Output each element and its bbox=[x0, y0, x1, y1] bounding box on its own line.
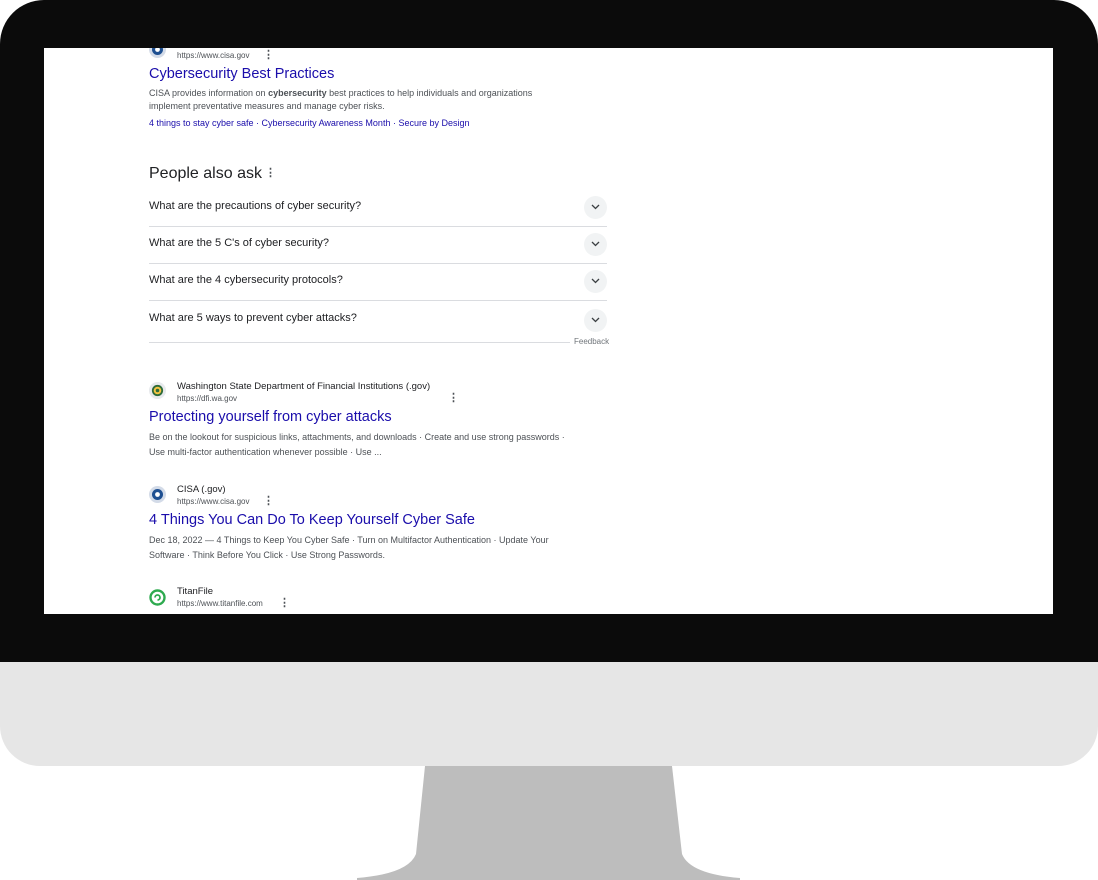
result-title[interactable]: 4 Things You Can Do To Keep Yourself Cyb… bbox=[149, 512, 475, 528]
chevron-down-icon[interactable] bbox=[584, 309, 607, 332]
result-site-name[interactable]: Washington State Department of Financial… bbox=[177, 381, 430, 392]
result-snippet: Be on the lookout for suspicious links, … bbox=[149, 432, 565, 442]
more-vert-icon[interactable]: ⋮ bbox=[265, 168, 276, 179]
result-snippet-line2: Software · Think Before You Click · Use … bbox=[149, 550, 385, 560]
result-snippet: Dec 18, 2022 — 4 Things to Keep You Cybe… bbox=[149, 535, 549, 545]
snippet-text: CISA provides information on bbox=[149, 88, 269, 98]
feedback-link[interactable]: Feedback bbox=[570, 337, 610, 346]
paa-question[interactable]: What are the precautions of cyber securi… bbox=[149, 189, 607, 227]
result-sitelinks[interactable]: 4 things to stay cyber safe · Cybersecur… bbox=[149, 118, 469, 128]
result-title[interactable]: Cybersecurity Best Practices bbox=[149, 66, 334, 82]
more-vert-icon[interactable]: ⋮ bbox=[279, 598, 290, 609]
result-url[interactable]: https://dfi.wa.gov bbox=[177, 394, 237, 403]
paa-question[interactable]: What are the 4 cybersecurity protocols? bbox=[149, 263, 607, 301]
paa-question-text: What are the 4 cybersecurity protocols? bbox=[149, 274, 343, 286]
paa-question[interactable]: What are 5 ways to prevent cyber attacks… bbox=[149, 300, 607, 343]
browser-viewport: https://www.cisa.gov ⋮ Cybersecurity Bes… bbox=[44, 48, 1053, 614]
dfi-favicon-icon bbox=[149, 382, 166, 399]
chevron-down-icon[interactable] bbox=[584, 196, 607, 219]
result-snippet-line2: implement preventative measures and mana… bbox=[149, 101, 385, 111]
paa-question-text: What are 5 ways to prevent cyber attacks… bbox=[149, 312, 357, 324]
more-vert-icon[interactable]: ⋮ bbox=[263, 496, 274, 507]
monitor-chin bbox=[0, 662, 1098, 766]
paa-question-text: What are the 5 C's of cyber security? bbox=[149, 237, 330, 249]
result-site-name[interactable]: TitanFile bbox=[177, 586, 213, 597]
result-url[interactable]: https://www.cisa.gov bbox=[177, 497, 249, 506]
paa-question-text: What are the precautions of cyber securi… bbox=[149, 200, 362, 212]
titanfile-favicon-icon bbox=[149, 589, 166, 606]
chevron-down-icon[interactable] bbox=[584, 270, 607, 293]
result-title[interactable]: Protecting yourself from cyber attacks bbox=[149, 409, 392, 425]
chevron-down-icon[interactable] bbox=[584, 233, 607, 256]
more-vert-icon[interactable]: ⋮ bbox=[448, 393, 459, 404]
snippet-bold: cybersecurity bbox=[268, 88, 327, 98]
snippet-text: best practices to help individuals and o… bbox=[326, 88, 533, 98]
more-vert-icon[interactable]: ⋮ bbox=[263, 50, 274, 61]
result-url[interactable]: https://www.cisa.gov bbox=[177, 51, 249, 60]
cisa-favicon-icon bbox=[149, 486, 166, 503]
result-snippet-line2: Use multi-factor authentication whenever… bbox=[149, 447, 382, 457]
result-site-name[interactable]: CISA (.gov) bbox=[177, 484, 226, 495]
result-url[interactable]: https://www.titanfile.com bbox=[177, 599, 263, 608]
paa-question[interactable]: What are the 5 C's of cyber security? bbox=[149, 226, 607, 264]
cisa-favicon-icon bbox=[149, 48, 166, 58]
monitor-stand bbox=[357, 766, 740, 880]
result-snippet: CISA provides information on cybersecuri… bbox=[149, 87, 532, 100]
people-also-ask-title: People also ask bbox=[149, 165, 262, 182]
